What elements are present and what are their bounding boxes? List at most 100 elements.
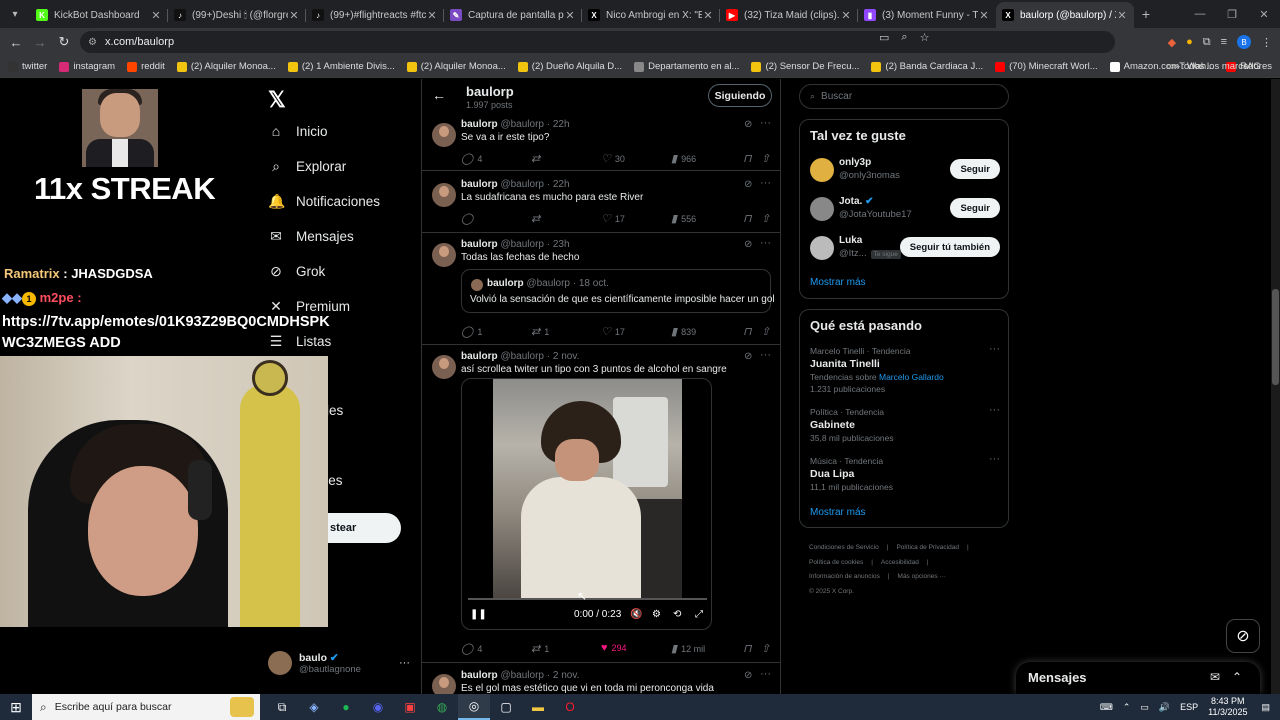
bookmark-button[interactable]: ⊓ (743, 325, 752, 338)
browser-tab[interactable]: ▮ (3) Moment Funny - Twitc✕ (858, 2, 996, 28)
tab-close-icon[interactable]: ✕ (840, 9, 852, 22)
bookmark-item[interactable]: (70) Minecraft Worl... (995, 61, 1098, 72)
account-switcher[interactable]: baulo ✔ @bautlagnone ··· (268, 651, 418, 675)
settings-icon[interactable]: ⚙ (652, 609, 661, 620)
share-button[interactable]: ⇧ (761, 212, 770, 225)
tweet[interactable]: baulorp @baulorp · 23h ⊘ ··· Todas las f… (422, 237, 780, 345)
opera-icon[interactable]: O (554, 694, 586, 720)
grok-icon[interactable]: ⊘ (744, 179, 752, 190)
bookmark-button[interactable]: ⊓ (743, 642, 752, 655)
grok-icon[interactable]: ⊘ (744, 670, 752, 681)
quoted-tweet[interactable]: baulorp @baulorp · 18 oct. Volvió la sen… (461, 269, 775, 313)
forward-button[interactable]: → (28, 35, 52, 50)
grok-fab-icon[interactable]: ⊘ (1226, 619, 1260, 653)
avatar[interactable] (432, 123, 456, 147)
browser-tab[interactable]: ▶ (32) Tiza Maid (clips). - Yo✕ (720, 2, 858, 28)
tab-close-icon[interactable]: ✕ (702, 9, 714, 22)
avatar[interactable] (432, 674, 456, 694)
windows-start-icon[interactable]: ⊞ (0, 699, 32, 716)
bookmark-item[interactable]: (2) Dueño Alquila D... (517, 61, 622, 72)
footer-link[interactable]: Información de anuncios (809, 573, 880, 580)
replay-icon[interactable]: ⟲ (673, 609, 681, 620)
mute-icon[interactable]: 🔇 (630, 609, 642, 620)
views-button[interactable]: ▮ 839 (671, 325, 696, 338)
following-button[interactable]: Siguiendo (708, 84, 772, 107)
bookmark-item[interactable]: (2) Banda Cardiaca J... (871, 61, 983, 72)
footer-link[interactable]: Política de Privacidad (896, 544, 959, 551)
avatar[interactable] (432, 243, 456, 267)
trend-item[interactable]: Marcelo Tinelli · Tendencia Juanita Tine… (810, 343, 1000, 394)
minimize-button[interactable]: — (1184, 8, 1216, 20)
tweet[interactable]: baulorp @baulorp · 2 nov. ⊘ ··· así scro… (422, 349, 780, 663)
tweet[interactable]: baulorp @baulorp · 22h ⊘ ··· La sudafric… (422, 177, 780, 233)
like-button[interactable]: ♥ 294 (601, 642, 627, 654)
bookmark-item[interactable]: (2) Alquiler Monoa... (176, 61, 276, 72)
share-button[interactable]: ⇧ (761, 642, 770, 655)
site-info-icon[interactable]: ⚙ (88, 37, 97, 48)
tab-search-button[interactable]: ▾ (0, 0, 30, 28)
grok-icon[interactable]: ⊘ (744, 239, 752, 250)
follow-button[interactable]: Seguir (950, 198, 1000, 218)
more-icon[interactable]: ··· (760, 237, 771, 249)
close-window-button[interactable]: ✕ (1248, 8, 1280, 21)
tab-close-icon[interactable]: ✕ (1116, 9, 1128, 22)
browser-tab[interactable]: K KickBot Dashboard ✕ (30, 2, 168, 28)
file-explorer-icon[interactable]: ▬ (522, 694, 554, 720)
puzzle-icon[interactable]: ⧉ (1203, 36, 1211, 49)
share-button[interactable]: ⇧ (761, 152, 770, 165)
address-bar[interactable]: ⚙ x.com/baulorp ▭ ⌕ ☆ (80, 31, 1115, 53)
tab-close-icon[interactable]: ✕ (426, 9, 438, 22)
more-icon[interactable]: ··· (760, 117, 771, 129)
stream-app-icon[interactable]: ▣ (394, 694, 426, 720)
like-button[interactable]: ♡ 30 (601, 152, 625, 165)
tweet[interactable]: baulorp @baulorp · 2 nov. ⊘ ··· Es el go… (422, 668, 780, 694)
like-button[interactable]: ♡ 17 (601, 325, 625, 338)
avatar[interactable] (432, 355, 456, 379)
trend-item[interactable]: Política · Tendencia Gabinete 35,8 mil p… (810, 404, 1000, 443)
new-message-icon[interactable]: ✉ (1210, 670, 1220, 684)
spotify-icon[interactable]: ● (330, 694, 362, 720)
browser-tab[interactable]: ♪ (99+)Deshi 🕯 (@florgre ✕ (168, 2, 306, 28)
suggested-account[interactable]: Jota. ✔ @JotaYoutube17 Seguir (810, 195, 1000, 223)
page-scrollbar[interactable] (1271, 79, 1280, 694)
more-icon[interactable]: ··· (989, 453, 1000, 465)
suggested-account[interactable]: Luka @Itz... Te sigue Seguir tú también (810, 234, 1000, 262)
more-icon[interactable]: ··· (760, 349, 771, 361)
reload-button[interactable]: ↻ (52, 34, 76, 50)
grok-icon[interactable]: ⊘ (744, 351, 752, 362)
video-player[interactable]: ❚❚ 0:00 / 0:23 🔇 ⚙ ⟲ ⤢ ↖ (461, 378, 712, 630)
show-more-link[interactable]: Mostrar más (810, 507, 866, 518)
post-button[interactable]: stear (318, 513, 401, 543)
retweet-button[interactable]: ⇄ (531, 152, 540, 165)
more-icon[interactable]: ··· (760, 668, 771, 680)
retweet-button[interactable]: ⇄ 1 (531, 642, 549, 655)
bookmark-item[interactable]: (2) Alquiler Monoa... (406, 61, 506, 72)
reply-button[interactable]: ◯ 4 (461, 152, 482, 165)
footer-link[interactable]: Accesibilidad (881, 559, 919, 566)
tweet-author[interactable]: baulorp (461, 119, 498, 130)
clock[interactable]: 8:43 PM 11/3/2025 (1208, 696, 1247, 718)
footer-link[interactable]: Más opciones ··· (898, 573, 946, 580)
views-button[interactable]: ▮ 556 (671, 212, 696, 225)
taskbar-search[interactable]: ⌕ Escribe aquí para buscar (32, 694, 260, 720)
retweet-button[interactable]: ⇄ (531, 212, 540, 225)
bookmark-item[interactable]: reddit (127, 61, 165, 72)
follow-button[interactable]: Seguir (950, 159, 1000, 179)
more-icon[interactable]: ··· (989, 343, 1000, 355)
maximize-button[interactable]: ❐ (1216, 8, 1248, 21)
share-button[interactable]: ⇧ (761, 325, 770, 338)
messages-drawer[interactable]: Mensajes ✉ ⌃ (1016, 662, 1260, 694)
video-progress-bar[interactable] (468, 598, 707, 600)
chrome-icon[interactable]: ◍ (426, 694, 458, 720)
more-icon[interactable]: ··· (760, 177, 771, 189)
bookmark-button[interactable]: ⊓ (743, 212, 752, 225)
pause-icon[interactable]: ❚❚ (470, 609, 487, 620)
copilot-icon[interactable]: ◈ (298, 694, 330, 720)
obs-icon[interactable]: ◎ (458, 694, 490, 720)
media-control-icon[interactable]: ≡ (1221, 36, 1227, 48)
tab-close-icon[interactable]: ✕ (978, 9, 990, 22)
tab-close-icon[interactable]: ✕ (288, 9, 300, 22)
trend-item[interactable]: Música · Tendencia Dua Lipa 11,1 mil pub… (810, 453, 1000, 492)
reply-button[interactable]: ◯ 4 (461, 642, 482, 655)
browser-menu-icon[interactable]: ⋮ (1261, 36, 1272, 49)
